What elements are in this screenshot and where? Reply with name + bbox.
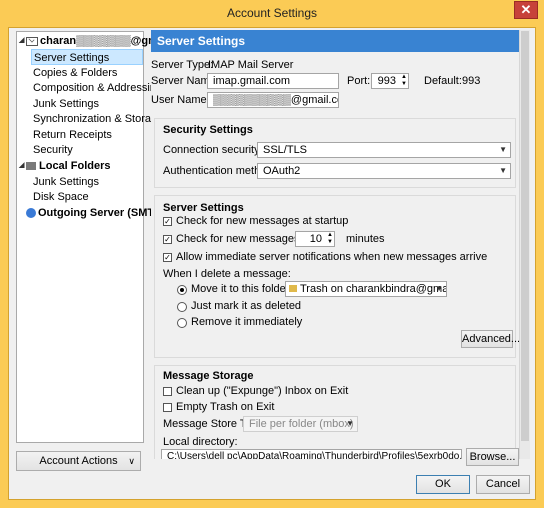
- port-input[interactable]: 993 ▲ ▼: [371, 73, 409, 89]
- check-startup-checkbox[interactable]: ✓: [163, 217, 172, 226]
- connection-security-value: SSL/TLS: [263, 144, 308, 156]
- mail-account-icon: [26, 36, 38, 46]
- sidebar-item-label: Junk Settings: [33, 176, 100, 188]
- collapse-icon[interactable]: ◢: [19, 33, 26, 49]
- security-settings-group: Security Settings Connection security: S…: [154, 118, 516, 188]
- local-directory-label: Local directory:: [163, 436, 238, 448]
- account-actions-button[interactable]: Account Actions ∨: [16, 451, 141, 471]
- sidebar-item-security[interactable]: Security: [33, 142, 73, 158]
- title-bar: Account Settings ✕: [0, 0, 544, 27]
- trash-folder-value: Trash on charankbindra@gmail.com: [300, 283, 447, 295]
- sidebar-item-label: Junk Settings: [33, 98, 100, 110]
- sidebar-item-return-receipts[interactable]: Return Receipts: [33, 127, 112, 143]
- auth-method-value: OAuth2: [263, 165, 301, 177]
- server-settings-panel: Server Settings Server Type: IMAP Mail S…: [151, 30, 519, 459]
- sidebar-item-label: Synchronization & Storage: [33, 113, 164, 125]
- server-type-value: IMAP Mail Server: [208, 59, 294, 71]
- connection-security-select[interactable]: SSL/TLS ▼: [257, 142, 511, 158]
- collapse-icon[interactable]: ◢: [19, 158, 26, 174]
- spinner-arrows-icon[interactable]: ▲ ▼: [401, 74, 407, 88]
- folder-icon: [26, 162, 36, 171]
- server-type-label: Server Type:: [151, 59, 214, 71]
- check-every-checkbox[interactable]: ✓: [163, 235, 172, 244]
- move-to-folder-label: Move it to this folder:: [191, 283, 293, 295]
- mark-deleted-label: Just mark it as deleted: [191, 300, 302, 312]
- chevron-down-icon: ▼: [435, 284, 443, 293]
- user-name-input[interactable]: ▒▒▒▒▒▒▒▒▒▒@gmail.com: [207, 92, 339, 108]
- default-port-value: 993: [462, 75, 481, 87]
- trash-folder-select[interactable]: Trash on charankbindra@gmail.com▼: [285, 281, 447, 297]
- browse-button[interactable]: Browse...: [466, 448, 519, 466]
- ok-button[interactable]: OK: [416, 475, 470, 494]
- sidebar-item-label: Copies & Folders: [33, 67, 118, 79]
- store-type-value: File per folder (mbox): [249, 418, 354, 430]
- cleanup-label: Clean up ("Expunge") Inbox on Exit: [176, 385, 349, 397]
- chevron-down-icon: ∨: [128, 456, 135, 466]
- smtp-globe-icon: [26, 208, 36, 219]
- local-directory-input[interactable]: C:\Users\dell pc\AppData\Roaming\Thunder…: [161, 449, 462, 459]
- move-to-folder-radio[interactable]: [177, 285, 187, 295]
- minutes-label: minutes: [346, 233, 385, 245]
- local-folders-label: Local Folders: [39, 160, 111, 172]
- store-type-select[interactable]: File per folder (mbox) ▼: [243, 416, 358, 432]
- remove-immediately-label: Remove it immediately: [191, 316, 303, 328]
- tree-local-folders[interactable]: ◢ Local Folders: [19, 158, 111, 174]
- cancel-button[interactable]: Cancel: [476, 475, 530, 494]
- chevron-down-icon: ▼: [499, 166, 507, 175]
- folder-icon: [289, 285, 297, 292]
- panel-scrollbar[interactable]: [519, 30, 530, 459]
- account-tree: ◢ charan▒▒▒▒▒▒▒@gmail.c... Server Setting…: [16, 31, 188, 443]
- sidebar-item-sync-storage[interactable]: Synchronization & Storage: [33, 111, 163, 127]
- account-actions-label: Account Actions: [39, 455, 118, 467]
- security-settings-title: Security Settings: [163, 124, 253, 136]
- check-interval-value: 10: [309, 233, 322, 245]
- message-storage-title: Message Storage: [163, 370, 254, 382]
- sidebar-item-label: Disk Space: [33, 191, 89, 203]
- sidebar-item-label: Composition & Addressing: [33, 82, 163, 94]
- server-options-group: Server Settings ✓ Check for new messages…: [154, 195, 519, 358]
- server-options-title: Server Settings: [163, 202, 244, 214]
- allow-notify-label: Allow immediate server notifications whe…: [176, 251, 488, 263]
- sidebar-item-label: Server Settings: [34, 52, 110, 64]
- dialog-body: ◢ charan▒▒▒▒▒▒▒@gmail.c... Server Setting…: [8, 27, 536, 500]
- message-storage-group: Message Storage Clean up ("Expunge") Inb…: [154, 365, 516, 459]
- window-title: Account Settings: [226, 6, 318, 20]
- page-title: Server Settings: [151, 30, 519, 52]
- allow-notify-checkbox[interactable]: ✓: [163, 253, 172, 262]
- default-port-label: Default:: [424, 75, 462, 87]
- remove-immediately-radio[interactable]: [177, 318, 187, 328]
- advanced-button[interactable]: Advanced...: [461, 330, 519, 348]
- sidebar-item-server-settings[interactable]: Server Settings: [31, 49, 143, 65]
- sidebar-item-copies-folders[interactable]: Copies & Folders: [33, 65, 117, 81]
- mark-deleted-radio[interactable]: [177, 302, 187, 312]
- delete-message-label: When I delete a message:: [163, 268, 291, 280]
- close-button[interactable]: ✕: [514, 1, 538, 19]
- sidebar-item-composition[interactable]: Composition & Addressing: [33, 80, 162, 96]
- scrollbar-thumb[interactable]: [521, 31, 529, 441]
- chevron-down-icon: ▼: [499, 145, 507, 154]
- sidebar-item-local-junk[interactable]: Junk Settings: [33, 174, 99, 190]
- sidebar-item-label: Return Receipts: [33, 129, 112, 141]
- user-name-label: User Name:: [151, 94, 210, 106]
- sidebar-item-disk-space[interactable]: Disk Space: [33, 189, 89, 205]
- empty-trash-label: Empty Trash on Exit: [176, 401, 275, 413]
- cleanup-checkbox[interactable]: [163, 387, 172, 396]
- connection-security-label: Connection security:: [163, 144, 263, 156]
- sidebar-item-label: Security: [33, 144, 73, 156]
- tree-outgoing-server[interactable]: Outgoing Server (SMTP): [26, 205, 165, 221]
- auth-method-select[interactable]: OAuth2 ▼: [257, 163, 511, 179]
- server-name-input[interactable]: imap.gmail.com: [207, 73, 339, 89]
- spinner-arrows-icon[interactable]: ▲ ▼: [327, 232, 333, 246]
- port-value: 993: [377, 75, 396, 87]
- account-settings-window: Account Settings ✕ ◢ charan▒▒▒▒▒▒▒@gmail.…: [0, 0, 544, 508]
- port-label: Port:: [347, 75, 371, 87]
- check-interval-stepper[interactable]: 10 ▲ ▼: [295, 231, 335, 247]
- sidebar-item-junk[interactable]: Junk Settings: [33, 96, 99, 112]
- chevron-down-icon: ▼: [346, 419, 354, 428]
- outgoing-server-label: Outgoing Server (SMTP): [38, 207, 166, 219]
- empty-trash-checkbox[interactable]: [163, 403, 172, 412]
- check-startup-label: Check for new messages at startup: [176, 215, 349, 227]
